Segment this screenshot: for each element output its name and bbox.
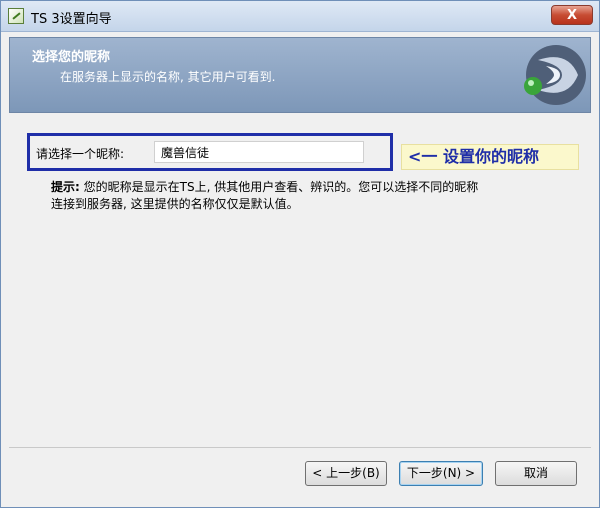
teamspeak-logo-icon <box>524 45 586 105</box>
window-title: TS 3设置向导 <box>31 12 112 27</box>
header-subtitle: 在服务器上显示的名称, 其它用户可看到. <box>60 70 276 84</box>
header-title: 选择您的昵称 <box>32 50 111 65</box>
next-button[interactable]: 下一步(N) > <box>399 461 483 486</box>
tip-label: 提示: <box>51 180 80 194</box>
back-button[interactable]: < 上一步(B) <box>305 461 387 486</box>
nickname-highlight-box: 请选择一个昵称: <box>27 133 393 171</box>
tip-line-1: 您的昵称是显示在TS上, 供其他用户查看、辨识的。您可以选择不同的昵称 <box>83 180 479 194</box>
wizard-content: 请选择一个昵称: <一 设置你的昵称 提示: 您的昵称是显示在TS上, 供其他用… <box>9 113 591 443</box>
app-icon <box>8 8 24 24</box>
wizard-header: 选择您的昵称 在服务器上显示的名称, 其它用户可看到. <box>9 37 591 113</box>
tip-text: 提示: 您的昵称是显示在TS上, 供其他用户查看、辨识的。您可以选择不同的昵称 … <box>51 179 561 213</box>
tip-line-2: 连接到服务器, 这里提供的名称仅仅是默认值。 <box>51 197 299 211</box>
nickname-input[interactable] <box>154 141 364 163</box>
title-bar[interactable]: TS 3设置向导 X <box>1 1 599 32</box>
cancel-button[interactable]: 取消 <box>495 461 577 486</box>
setup-wizard-window: TS 3设置向导 X 选择您的昵称 在服务器上显示的名称, 其它用户可看到. 请… <box>0 0 600 508</box>
close-button[interactable]: X <box>551 5 593 25</box>
annotation-callout: <一 设置你的昵称 <box>401 144 579 170</box>
nickname-label: 请选择一个昵称: <box>36 147 125 161</box>
wizard-footer: < 上一步(B) 下一步(N) > 取消 <box>9 447 591 502</box>
